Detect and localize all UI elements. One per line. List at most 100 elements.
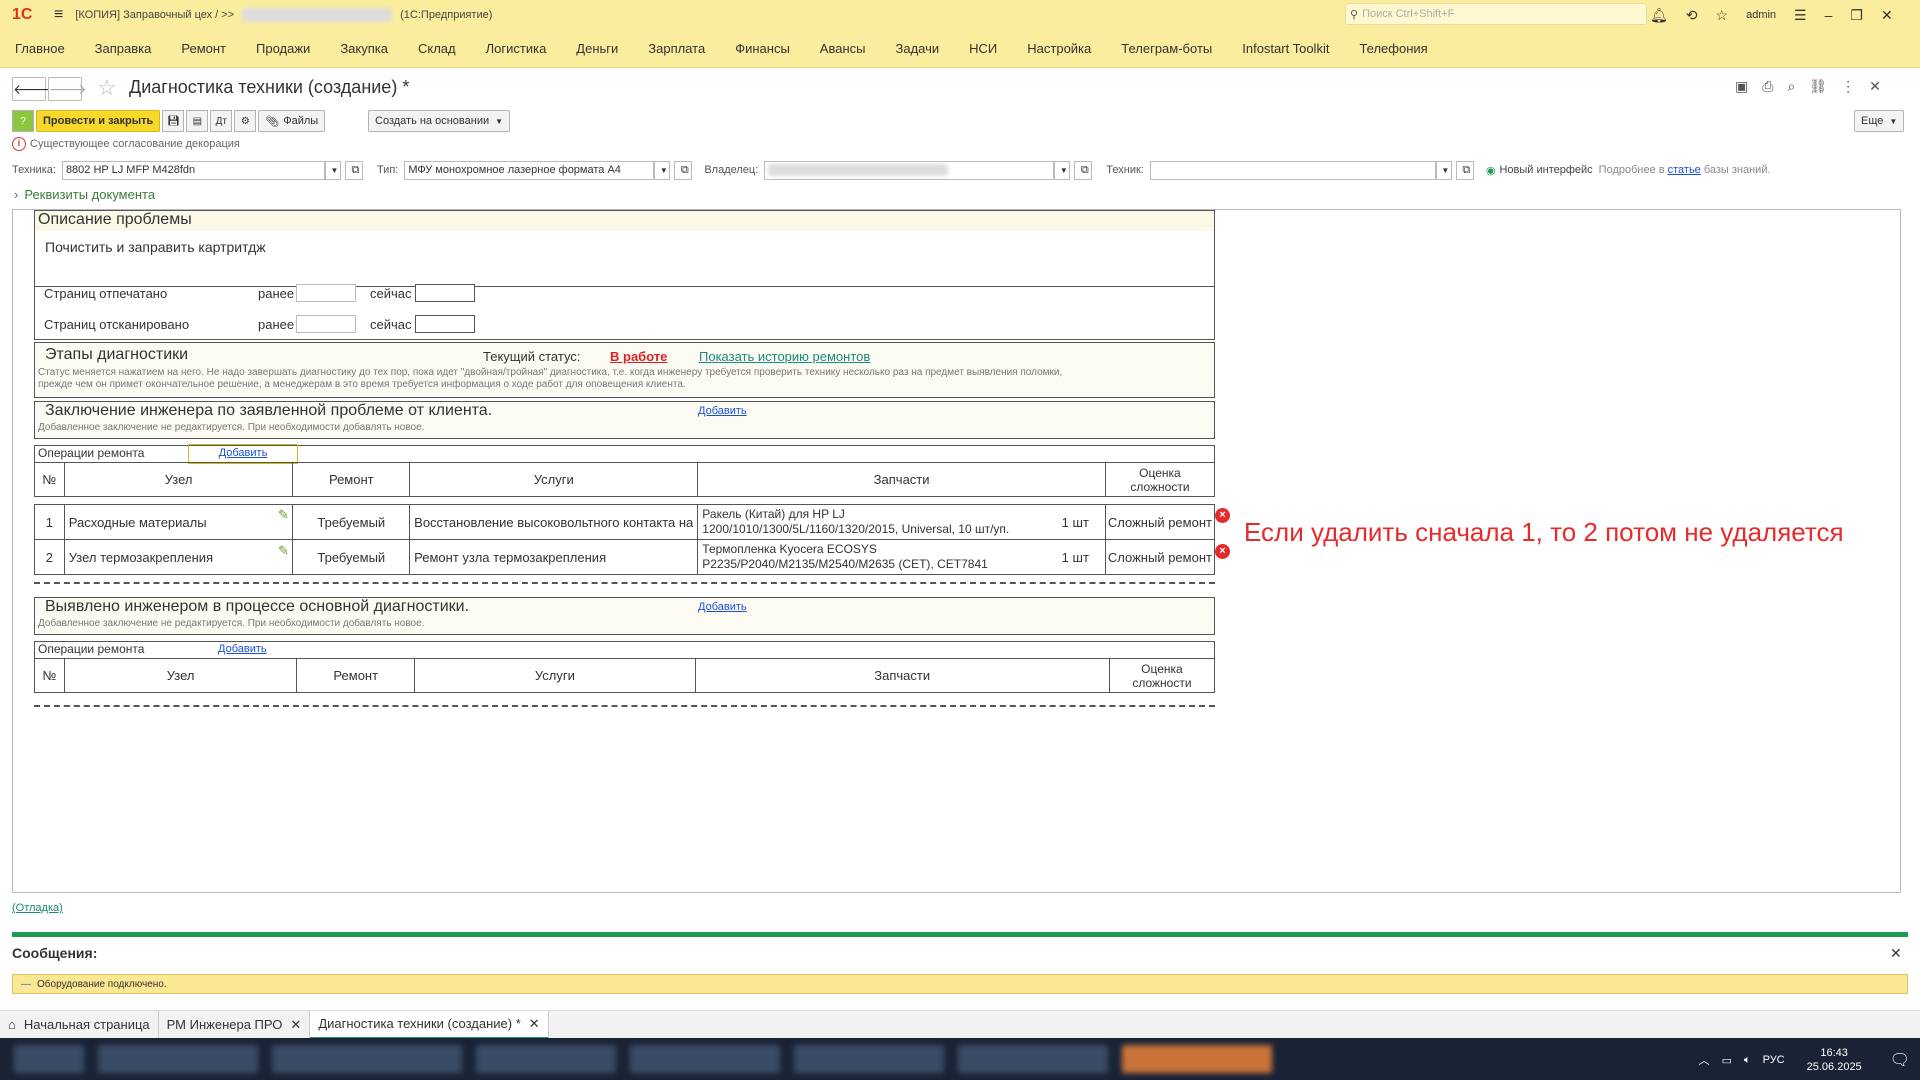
history-link[interactable]: Показать историю ремонтов xyxy=(699,349,870,364)
clock[interactable]: 16:43 25.06.2025 xyxy=(1807,1046,1862,1074)
edit-pencil-icon[interactable]: ✎ xyxy=(278,543,289,559)
menu-item[interactable]: Закупка xyxy=(340,41,388,56)
problem-text[interactable]: Почистить и заправить картритдж xyxy=(35,231,1214,287)
tab-home[interactable]: ⌂ Начальная страница xyxy=(0,1010,159,1039)
owner-open-icon[interactable]: ⧉ xyxy=(1074,160,1093,180)
dt-kt-icon[interactable]: Дт xyxy=(210,110,233,132)
notifications-icon[interactable]: 🗨︎ xyxy=(1890,1050,1910,1070)
history-icon[interactable]: ⟲ xyxy=(1686,7,1698,24)
debug-link[interactable]: (Отладка) xyxy=(12,902,63,914)
owner-dropdown-icon[interactable]: ▼ xyxy=(1054,160,1071,180)
write-icon[interactable]: 💾︎ xyxy=(162,110,185,132)
taskbar-app[interactable] xyxy=(630,1045,780,1073)
taskbar-app[interactable] xyxy=(14,1045,84,1073)
menu-item[interactable]: Заправка xyxy=(95,41,152,56)
structure-icon[interactable]: ⚙︎ xyxy=(234,110,257,132)
close-tab-icon[interactable]: ✕ xyxy=(529,1016,540,1032)
files-button[interactable]: 📎︎ Файлы xyxy=(258,110,326,132)
type-field[interactable]: МФУ монохромное лазерное формата А4 xyxy=(404,160,655,180)
menu-item[interactable]: Ремонт xyxy=(181,41,226,56)
menu-item[interactable]: Финансы xyxy=(735,41,790,56)
technician-dropdown-icon[interactable]: ▼ xyxy=(1435,160,1452,180)
row-complexity[interactable]: Сложный ремонт xyxy=(1104,539,1216,575)
menu-item[interactable]: Авансы xyxy=(820,41,866,56)
network-icon[interactable]: ▭ xyxy=(1722,1054,1732,1067)
menu-item[interactable]: Главное xyxy=(15,41,65,56)
help-icon[interactable]: ? xyxy=(12,110,34,132)
type-open-icon[interactable]: ⧉ xyxy=(674,160,693,180)
article-link[interactable]: статье xyxy=(1668,164,1701,176)
delete-row-icon[interactable]: × xyxy=(1215,508,1230,523)
taskbar-app[interactable] xyxy=(1122,1045,1272,1073)
menu-icon[interactable]: ≡ xyxy=(54,6,63,24)
menu-item[interactable]: Зарплата xyxy=(648,41,705,56)
found-add-link[interactable]: Добавить xyxy=(698,601,747,613)
language-indicator[interactable]: РУС xyxy=(1763,1054,1785,1066)
tech-open-icon[interactable]: ⧉ xyxy=(344,160,363,180)
close-tab-icon[interactable]: ✕ xyxy=(290,1017,301,1033)
back-button[interactable]: 🡐 xyxy=(12,77,51,101)
delete-row-icon[interactable]: × xyxy=(1215,544,1230,559)
technician-field[interactable] xyxy=(1149,160,1436,180)
post-icon[interactable]: ▤ xyxy=(186,110,209,132)
row-parts[interactable]: Ракель (Китай) для HP LJ 1200/1010/1300/5… xyxy=(697,504,1106,540)
save-icon[interactable]: ▣ xyxy=(1735,78,1748,95)
restore-icon[interactable]: ❐ xyxy=(1850,7,1863,24)
close-form-icon[interactable]: ✕ xyxy=(1869,78,1881,95)
menu-item[interactable]: Логистика xyxy=(486,41,547,56)
edit-pencil-icon[interactable]: ✎ xyxy=(278,507,289,523)
requisites-toggle[interactable]: › Реквизиты документа xyxy=(14,187,155,202)
status-value[interactable]: В работе xyxy=(610,349,667,364)
menu-item[interactable]: Задачи xyxy=(895,41,939,56)
type-dropdown-icon[interactable]: ▼ xyxy=(654,160,671,180)
row-complexity[interactable]: Сложный ремонт xyxy=(1104,504,1216,540)
row-node[interactable]: Узел термозакрепления xyxy=(63,539,294,575)
table-row[interactable]: 2 Узел термозакрепления Требуемый Ремонт… xyxy=(34,539,1216,575)
taskbar-app[interactable] xyxy=(272,1045,462,1073)
scanned-before-input[interactable] xyxy=(296,315,356,333)
menu-item[interactable]: Телефония xyxy=(1359,41,1427,56)
owner-field[interactable] xyxy=(764,160,1055,180)
tab-engineer[interactable]: РМ Инженера ПРО ✕ xyxy=(159,1010,311,1039)
close-window-icon[interactable]: ✕ xyxy=(1881,7,1893,24)
menu-item[interactable]: Склад xyxy=(418,41,456,56)
message-line[interactable]: — Оборудование подключено. xyxy=(12,974,1908,994)
menu-item[interactable]: Продажи xyxy=(256,41,310,56)
bell-icon[interactable]: 🔔︎ xyxy=(1650,7,1668,24)
new-ui-label[interactable]: Новый интерфейс xyxy=(1499,164,1592,176)
menu-item[interactable]: Infostart Toolkit xyxy=(1242,41,1329,56)
scanned-now-input[interactable] xyxy=(415,315,475,333)
table-row[interactable]: 1 Расходные материалы Требуемый Восстано… xyxy=(34,504,1216,540)
forward-button[interactable]: 🡒 xyxy=(48,77,87,101)
preview-icon[interactable]: ⌕ xyxy=(1787,78,1795,95)
taskbar-app[interactable] xyxy=(98,1045,258,1073)
printed-now-input[interactable] xyxy=(415,284,475,302)
ops1-add-box[interactable]: Добавить xyxy=(188,444,298,464)
conclusion-add-link[interactable]: Добавить xyxy=(698,405,747,417)
menu-item[interactable]: Деньги xyxy=(576,41,618,56)
settings-menu-icon[interactable]: ☰ xyxy=(1794,7,1807,24)
user-name[interactable]: admin xyxy=(1746,9,1776,21)
taskbar-app[interactable] xyxy=(794,1045,944,1073)
row-service[interactable]: Восстановление высоковольтного контакта … xyxy=(409,504,699,540)
more-vertical-icon[interactable]: ⋮ xyxy=(1841,78,1855,95)
row-parts[interactable]: Термопленка Kyocera ECOSYS P2235/P2040/M2… xyxy=(697,539,1106,575)
tab-diagnostics[interactable]: Диагностика техники (создание) * ✕ xyxy=(310,1010,549,1039)
post-and-close-button[interactable]: Провести и закрыть xyxy=(36,110,161,132)
favorites-star-icon[interactable]: ☆ xyxy=(1716,7,1729,24)
tech-dropdown-icon[interactable]: ▼ xyxy=(324,160,341,180)
menu-item[interactable]: Телеграм-боты xyxy=(1121,41,1212,56)
close-messages-icon[interactable]: ✕ xyxy=(1890,945,1902,962)
technician-open-icon[interactable]: ⧉ xyxy=(1455,160,1474,180)
more-button[interactable]: Еще ▼ xyxy=(1854,110,1905,132)
taskbar-app[interactable] xyxy=(476,1045,616,1073)
menu-item[interactable]: НСИ xyxy=(969,41,997,56)
volume-icon[interactable]: 🔈︎ xyxy=(1744,1054,1751,1067)
search-input[interactable]: ⚲ Поиск Ctrl+Shift+F xyxy=(1345,3,1647,25)
row-service[interactable]: Ремонт узла термозакрепления xyxy=(409,539,699,575)
print-icon[interactable]: ⎙ xyxy=(1762,78,1773,95)
create-based-button[interactable]: Создать на основании ▼ xyxy=(368,110,511,132)
favorite-star-icon[interactable]: ☆ xyxy=(97,75,117,101)
tech-field[interactable]: 8802 HP LJ MFP M428fdn xyxy=(61,160,325,180)
printed-before-input[interactable] xyxy=(296,284,356,302)
